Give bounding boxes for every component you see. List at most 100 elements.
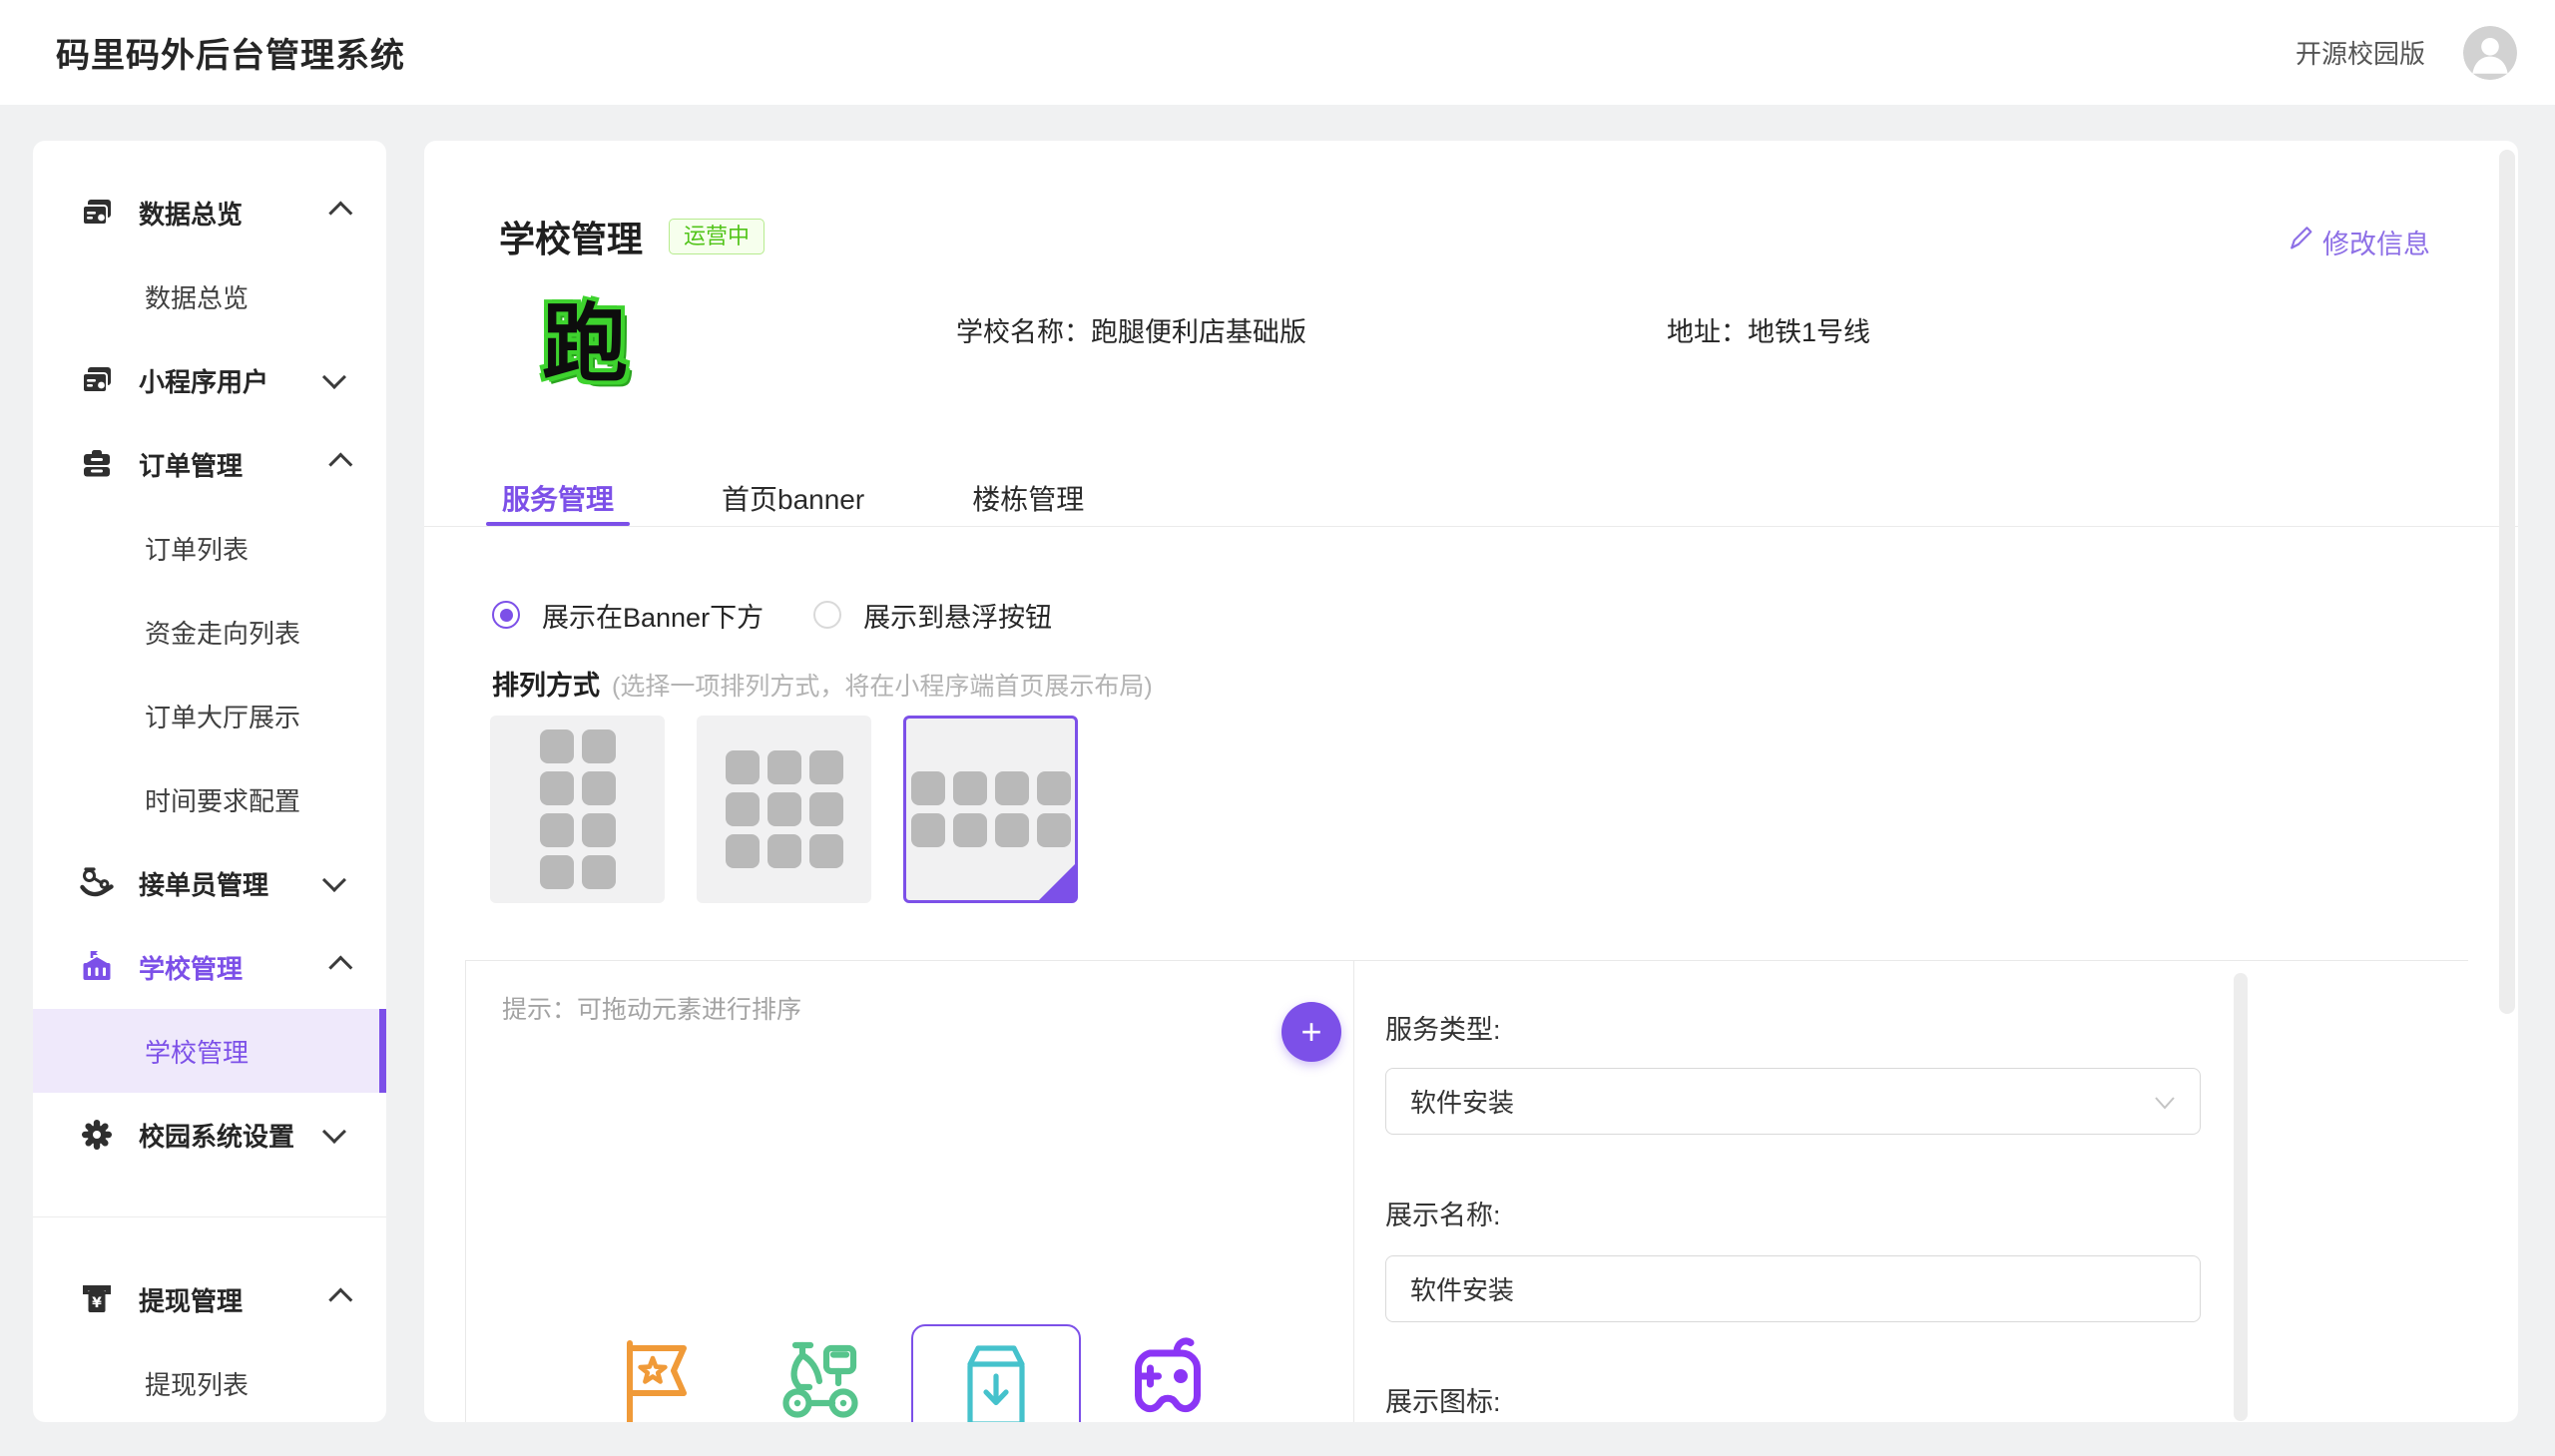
plus-icon: + bbox=[1300, 1014, 1321, 1050]
withdraw-icon: ¥ bbox=[79, 1281, 115, 1317]
sidebar-subitem-order-hall-display[interactable]: 订单大厅展示 bbox=[33, 674, 386, 757]
sidebar: 数据总览 数据总览 小程序用户 订单管理 订单列表 资金走向列表 订单大厅展示 … bbox=[33, 141, 386, 1422]
edit-info-link[interactable]: 修改信息 bbox=[2287, 223, 2430, 261]
orders-icon bbox=[79, 446, 115, 482]
service-type-select[interactable]: 软件安装 bbox=[1385, 1068, 2201, 1135]
form-panel-scrollbar[interactable] bbox=[2234, 973, 2248, 1421]
sidebar-subitem-label: 学校管理 bbox=[145, 1033, 249, 1070]
radio-option-below-banner[interactable]: 展示在Banner下方 bbox=[492, 596, 764, 635]
display-name-input[interactable] bbox=[1385, 1255, 2201, 1322]
edit-info-label: 修改信息 bbox=[2322, 223, 2430, 261]
sidebar-item-courier-management[interactable]: 接单员管理 bbox=[33, 841, 386, 925]
sidebar-item-label: 校园系统设置 bbox=[139, 1117, 294, 1154]
edition-label: 开源校园版 bbox=[2296, 34, 2425, 71]
tab-label: 服务管理 bbox=[502, 478, 614, 518]
sidebar-subitem-label: 时间要求配置 bbox=[145, 781, 300, 818]
school-name-value: 跑腿便利店基础版 bbox=[1091, 317, 1306, 347]
sidebar-subitem-school-management[interactable]: 学校管理 bbox=[33, 1009, 386, 1093]
service-item-gamepad[interactable] bbox=[1120, 1331, 1210, 1422]
display-name-label: 展示名称: bbox=[1385, 1199, 1501, 1232]
chevron-up-icon bbox=[328, 452, 352, 476]
service-item-flag[interactable] bbox=[616, 1335, 706, 1422]
school-address-label: 地址： bbox=[1667, 317, 1748, 347]
person-icon bbox=[2463, 67, 2517, 80]
arrangement-label: 排列方式 bbox=[492, 664, 600, 703]
sidebar-item-order-management[interactable]: 订单管理 bbox=[33, 422, 386, 506]
radio-label: 展示在Banner下方 bbox=[542, 596, 764, 635]
drag-hint: 提示：可拖动元素进行排序 bbox=[502, 990, 801, 1026]
chevron-down-icon bbox=[322, 867, 346, 891]
chevron-down-icon bbox=[322, 364, 346, 388]
tab-bar: 服务管理 首页banner 楼栋管理 bbox=[486, 470, 1100, 526]
sidebar-item-campus-system-settings[interactable]: 校园系统设置 bbox=[33, 1093, 386, 1177]
main-card-scrollbar[interactable] bbox=[2499, 150, 2515, 1014]
box-download-icon bbox=[953, 1336, 1039, 1422]
user-avatar[interactable] bbox=[2463, 26, 2517, 80]
tab-building-management[interactable]: 楼栋管理 bbox=[956, 470, 1100, 526]
tab-label: 楼栋管理 bbox=[972, 478, 1084, 518]
school-name-label: 学校名称： bbox=[956, 317, 1091, 347]
tab-home-banner[interactable]: 首页banner bbox=[706, 470, 880, 526]
service-type-label: 服务类型: bbox=[1385, 1013, 1501, 1047]
sidebar-item-withdrawal-management[interactable]: ¥ 提现管理 bbox=[33, 1257, 386, 1341]
sidebar-item-mini-program-users[interactable]: 小程序用户 bbox=[33, 338, 386, 422]
sidebar-item-label: 小程序用户 bbox=[139, 362, 268, 399]
edit-pencil-icon bbox=[2287, 225, 2314, 259]
school-management-card: 学校管理 运营中 修改信息 跑 学校名称：跑腿便利店基础版 地址：地铁1号线 服… bbox=[424, 141, 2518, 1422]
service-item-box-selected[interactable] bbox=[911, 1324, 1081, 1422]
layout-card-4x2[interactable] bbox=[903, 716, 1078, 903]
arrangement-row: 排列方式 (选择一项排列方式，将在小程序端首页展示布局) bbox=[492, 664, 1153, 703]
service-sort-panel: 提示：可拖动元素进行排序 + bbox=[465, 960, 1354, 1422]
select-chevron-down-icon bbox=[2154, 1086, 2176, 1117]
sidebar-subitem-time-requirement-config[interactable]: 时间要求配置 bbox=[33, 757, 386, 841]
layout-card-2x4[interactable] bbox=[490, 716, 665, 903]
sidebar-item-label: 提现管理 bbox=[139, 1281, 243, 1318]
sidebar-subitem-label: 数据总览 bbox=[145, 278, 249, 315]
layout-option-cards bbox=[490, 716, 1078, 903]
page-title: 学校管理 bbox=[499, 211, 643, 262]
school-address-value: 地铁1号线 bbox=[1748, 317, 1870, 347]
overview-icon bbox=[79, 195, 115, 231]
arrangement-hint: (选择一项排列方式，将在小程序端首页展示布局) bbox=[612, 667, 1153, 703]
app-header: 码里码外后台管理系统 开源校园版 bbox=[0, 0, 2555, 105]
radio-label: 展示到悬浮按钮 bbox=[863, 596, 1052, 635]
sidebar-divider bbox=[33, 1216, 386, 1217]
school-logo: 跑 bbox=[530, 296, 640, 392]
chevron-down-icon bbox=[322, 1119, 346, 1143]
display-position-radio-group: 展示在Banner下方 展示到悬浮按钮 bbox=[492, 591, 1052, 639]
courier-icon bbox=[79, 865, 115, 901]
sidebar-subitem-data-overview[interactable]: 数据总览 bbox=[33, 254, 386, 338]
grid-3x3-icon bbox=[726, 750, 843, 868]
gamepad-icon bbox=[1120, 1418, 1212, 1422]
sidebar-item-label: 数据总览 bbox=[139, 195, 243, 232]
service-item-scooter[interactable] bbox=[771, 1337, 861, 1422]
sidebar-subitem-withdrawal-list[interactable]: 提现列表 bbox=[33, 1341, 386, 1422]
sidebar-item-label: 学校管理 bbox=[139, 949, 243, 986]
settings-gear-icon bbox=[79, 1117, 115, 1153]
flag-icon bbox=[616, 1418, 706, 1422]
service-type-value: 软件安装 bbox=[1410, 1083, 1514, 1120]
sidebar-item-data-overview[interactable]: 数据总览 bbox=[33, 171, 386, 254]
sidebar-subitem-label: 订单大厅展示 bbox=[145, 698, 300, 734]
chevron-up-icon bbox=[328, 201, 352, 225]
scooter-icon bbox=[771, 1416, 867, 1422]
grid-2x4-icon bbox=[540, 729, 616, 889]
mini-program-users-icon bbox=[79, 362, 115, 398]
chevron-up-icon bbox=[328, 955, 352, 979]
layout-card-3x3[interactable] bbox=[697, 716, 871, 903]
add-service-button[interactable]: + bbox=[1281, 1002, 1341, 1062]
grid-4x2-icon bbox=[911, 771, 1071, 847]
school-icon bbox=[79, 949, 115, 985]
chevron-up-icon bbox=[328, 1287, 352, 1311]
sidebar-subitem-fund-flow-list[interactable]: 资金走向列表 bbox=[33, 590, 386, 674]
sidebar-subitem-label: 提现列表 bbox=[145, 1365, 249, 1402]
display-icon-label: 展示图标: bbox=[1385, 1385, 1501, 1419]
radio-selected-icon bbox=[492, 601, 520, 629]
sidebar-item-school-management[interactable]: 学校管理 bbox=[33, 925, 386, 1009]
school-name-field: 学校名称：跑腿便利店基础版 bbox=[956, 315, 1306, 349]
tab-label: 首页banner bbox=[722, 478, 864, 518]
sidebar-subitem-order-list[interactable]: 订单列表 bbox=[33, 506, 386, 590]
tab-service-management[interactable]: 服务管理 bbox=[486, 470, 630, 526]
radio-option-floating-button[interactable]: 展示到悬浮按钮 bbox=[813, 596, 1052, 635]
tab-bar-divider bbox=[424, 526, 2518, 527]
